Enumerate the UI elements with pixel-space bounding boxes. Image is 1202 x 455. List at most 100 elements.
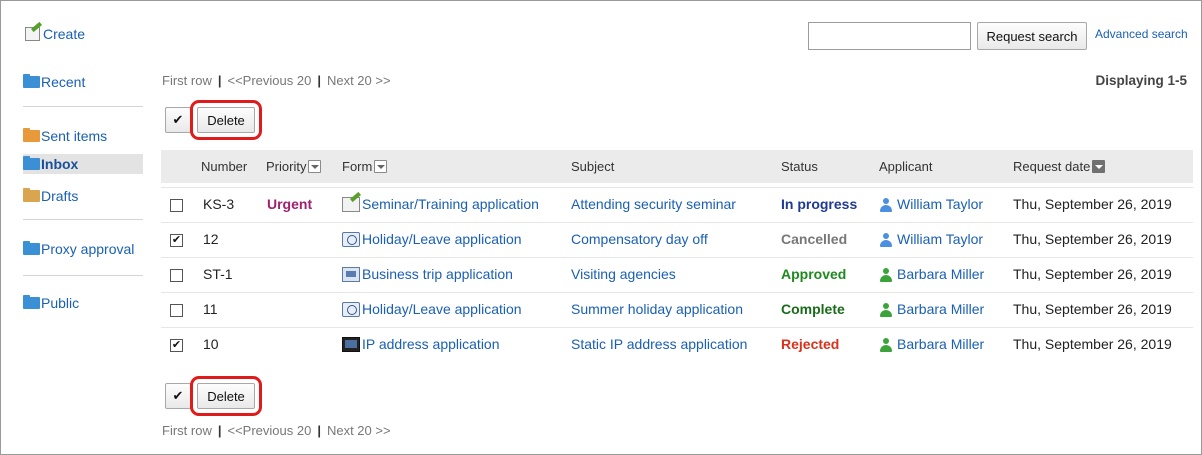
column-header-subject: Subject	[571, 159, 615, 174]
request-number: KS-3	[203, 196, 235, 212]
request-date: Thu, September 26, 2019	[1013, 336, 1172, 352]
row-checkbox[interactable]	[170, 304, 183, 317]
applicant-name: William Taylor	[897, 196, 984, 212]
sidebar-item-sent-items[interactable]: Sent items	[23, 128, 107, 144]
subject-link[interactable]: Static IP address application	[571, 336, 747, 352]
user-icon	[879, 267, 893, 282]
folder-icon	[23, 295, 40, 309]
row-checkbox[interactable]	[170, 199, 183, 212]
ip-form-icon	[342, 336, 360, 352]
form-link[interactable]: Seminar/Training application	[342, 196, 539, 212]
applicant-link[interactable]: William Taylor	[879, 196, 983, 212]
dropdown-icon[interactable]	[308, 160, 322, 173]
status-text: In progress	[781, 196, 858, 212]
holiday-form-icon	[342, 301, 360, 317]
next-page-link[interactable]: Next 20 >>	[327, 73, 391, 88]
row-checkbox-checked[interactable]: ✔	[170, 234, 183, 247]
folder-icon	[23, 188, 40, 202]
form-name: Seminar/Training application	[362, 196, 539, 212]
request-date: Thu, September 26, 2019	[1013, 196, 1172, 212]
form-name: Holiday/Leave application	[362, 301, 522, 317]
sort-descending-icon[interactable]	[1092, 160, 1106, 173]
create-link[interactable]: Create	[25, 26, 85, 42]
create-icon	[25, 27, 40, 41]
applicant-link[interactable]: Barbara Miller	[879, 336, 984, 352]
sidebar-item-public[interactable]: Public	[23, 295, 79, 311]
applicant-name: William Taylor	[897, 231, 984, 247]
column-header-label: Priority	[266, 159, 307, 174]
column-header-request-date[interactable]: Request date	[1013, 159, 1106, 174]
subject-link[interactable]: Attending security seminar	[571, 196, 736, 212]
pager-separator: |	[217, 423, 222, 438]
advanced-search-link[interactable]: Advanced search	[1095, 27, 1188, 41]
user-icon	[879, 232, 893, 247]
delete-button[interactable]: Delete	[190, 100, 262, 140]
form-link[interactable]: IP address application	[342, 336, 500, 352]
row-checkbox-checked[interactable]: ✔	[170, 339, 183, 352]
pager-separator: |	[317, 423, 321, 438]
table-row: KS-3 Urgent Seminar/Training application…	[161, 187, 1193, 221]
column-header-label: Form	[342, 159, 373, 174]
sidebar-item-label: Sent items	[41, 128, 108, 144]
status-text: Cancelled	[781, 231, 848, 247]
folder-icon	[23, 156, 40, 170]
select-all-button[interactable]: ✔	[165, 383, 191, 409]
sidebar-divider	[23, 275, 143, 276]
request-number: 10	[203, 336, 219, 352]
request-date: Thu, September 26, 2019	[1013, 301, 1172, 317]
displaying-count: Displaying 1-5	[1095, 73, 1187, 88]
dropdown-icon[interactable]	[374, 160, 388, 173]
subject-link[interactable]: Compensatory day off	[571, 231, 708, 247]
column-header-priority[interactable]: Priority	[266, 159, 322, 174]
column-header-label: Request date	[1013, 159, 1091, 174]
form-link[interactable]: Holiday/Leave application	[342, 231, 522, 247]
folder-icon	[23, 74, 40, 88]
first-row-link[interactable]: First row	[162, 73, 212, 88]
column-header-number: Number	[201, 159, 248, 174]
previous-page-link[interactable]: <<Previous 20	[227, 423, 311, 438]
seminar-form-icon	[342, 196, 360, 212]
holiday-form-icon	[342, 231, 360, 247]
subject-link[interactable]: Summer holiday application	[571, 301, 743, 317]
sidebar-item-label: Proxy approval	[41, 241, 135, 257]
create-label[interactable]: Create	[43, 26, 85, 42]
applicant-link[interactable]: William Taylor	[879, 231, 983, 247]
form-link[interactable]: Business trip application	[342, 266, 513, 282]
request-search-button[interactable]: Request search	[977, 22, 1087, 50]
form-name: IP address application	[362, 336, 500, 352]
table-row: ST-1 Business trip application Visiting …	[161, 257, 1193, 291]
column-header-status: Status	[781, 159, 818, 174]
previous-page-link[interactable]: <<Previous 20	[227, 73, 311, 88]
applicant-link[interactable]: Barbara Miller	[879, 266, 984, 282]
user-icon	[879, 302, 893, 317]
sidebar-item-label: Inbox	[41, 156, 79, 172]
form-name: Business trip application	[362, 266, 513, 282]
column-header-applicant: Applicant	[879, 159, 933, 174]
applicant-name: Barbara Miller	[897, 336, 985, 352]
first-row-link[interactable]: First row	[162, 423, 212, 438]
action-bar-bottom: ✔ Delete	[165, 376, 262, 416]
folder-icon	[23, 241, 40, 255]
request-date: Thu, September 26, 2019	[1013, 266, 1172, 282]
applicant-name: Barbara Miller	[897, 301, 985, 317]
user-icon	[879, 337, 893, 352]
sidebar-item-proxy-approval[interactable]: Proxy approval	[23, 241, 134, 257]
select-all-button[interactable]: ✔	[165, 107, 191, 133]
applicant-link[interactable]: Barbara Miller	[879, 301, 984, 317]
column-header-form[interactable]: Form	[342, 159, 388, 174]
delete-button[interactable]: Delete	[190, 376, 262, 416]
action-bar-top: ✔ Delete	[165, 100, 262, 140]
pager-separator: |	[317, 73, 321, 88]
priority-urgent: Urgent	[267, 196, 313, 212]
subject-link[interactable]: Visiting agencies	[571, 266, 676, 282]
applicant-name: Barbara Miller	[897, 266, 985, 282]
sidebar-item-label: Public	[41, 295, 80, 311]
row-checkbox[interactable]	[170, 269, 183, 282]
sidebar-item-recent[interactable]: Recent	[23, 74, 85, 90]
sidebar-item-drafts[interactable]: Drafts	[23, 188, 78, 204]
sidebar-item-inbox[interactable]: Inbox	[23, 154, 143, 174]
form-link[interactable]: Holiday/Leave application	[342, 301, 522, 317]
next-page-link[interactable]: Next 20 >>	[327, 423, 391, 438]
search-input[interactable]	[808, 22, 971, 50]
pager-separator: |	[217, 73, 222, 88]
